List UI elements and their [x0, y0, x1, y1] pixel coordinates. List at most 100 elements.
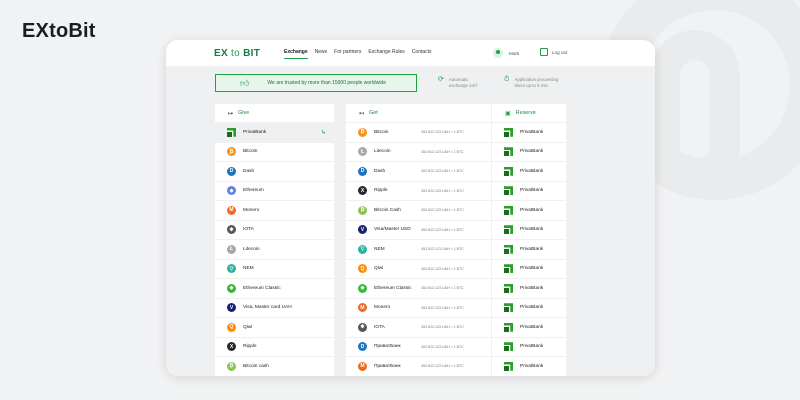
- get-item[interactable]: M Monero 453 812.123 UAH = 1 BTC: [346, 297, 491, 318]
- visa-mastercard-icon: V: [227, 303, 236, 313]
- nav-exchange-rules[interactable]: Exchange Rules: [368, 49, 404, 59]
- get-arrow-icon: ↤: [359, 110, 365, 117]
- get-item[interactable]: Ł Litecoin 453 812.123 UAH = 1 BTC: [346, 141, 491, 162]
- exchange-rate: 453 812.123 UAH = 1 BTC: [421, 325, 464, 330]
- give-item[interactable]: M Monero: [215, 200, 334, 220]
- get-item[interactable]: ◆ Ethereum Classic 453 812.123 UAH = 1 BTC: [346, 278, 491, 298]
- get-item[interactable]: ₿ Bitcoin 453 812.123 UAH = 1 BTC: [346, 122, 491, 142]
- give-item-label: Ethereum Classic: [243, 285, 281, 291]
- reserve-item: PrivatBank: [492, 278, 566, 298]
- give-item[interactable]: Ł Litecoin: [215, 239, 334, 259]
- privatbank-icon: [504, 225, 513, 235]
- bitcoin-icon: ₿: [227, 147, 236, 157]
- give-item[interactable]: ✱ IOTA: [215, 219, 334, 240]
- privatbank-icon: [504, 361, 513, 371]
- logout-label: Log out: [552, 49, 568, 55]
- logo[interactable]: EX to BIT: [214, 48, 260, 59]
- reserve-item: PrivatBank: [492, 239, 566, 259]
- get-item[interactable]: X Ripple 453 812.123 UAH = 1 BTC: [346, 180, 491, 201]
- privatbank-icon: [504, 147, 513, 157]
- get-item-label: Dash: [374, 168, 386, 174]
- get-title: Get: [369, 110, 378, 116]
- give-item-label: IOTA: [243, 227, 254, 233]
- get-item[interactable]: D Dash 453 812.123 UAH = 1 BTC: [346, 161, 491, 181]
- get-item[interactable]: ▽ NEM 453 812.123 UAH = 1 BTC: [346, 239, 491, 259]
- logout-icon: [540, 48, 548, 56]
- exchange-rate: 453 812.123 UAH = 1 BTC: [421, 305, 464, 310]
- get-item[interactable]: M ПриватБанк 453 812.123 UAH = 1 BTC: [346, 356, 491, 376]
- nem-icon: ▽: [227, 264, 236, 274]
- get-item-label: IOTA: [374, 324, 385, 330]
- reserve-item-label: PrivatBank: [520, 324, 544, 330]
- give-item-label: PrivatBank: [243, 129, 267, 135]
- thumbs-up-icon: 👍︎: [240, 77, 250, 88]
- give-item[interactable]: Q Qiwi: [215, 317, 334, 337]
- give-item-label: Monero: [243, 207, 260, 213]
- get-item[interactable]: ✱ IOTA 453 812.123 UAH = 1 BTC: [346, 317, 491, 337]
- reserve-item: PrivatBank: [492, 297, 566, 318]
- give-item[interactable]: ▽ NEM: [215, 258, 334, 279]
- reserve-item: PrivatBank: [492, 200, 566, 220]
- exchange-rate: 453 812.123 UAH = 1 BTC: [421, 149, 464, 154]
- get-item[interactable]: Q Qiwi 453 812.123 UAH = 1 BTC: [346, 258, 491, 279]
- give-item[interactable]: V Visa, Master card UAH: [215, 297, 334, 318]
- logout-button[interactable]: Log out: [540, 48, 567, 56]
- iota-icon: ✱: [227, 225, 236, 235]
- reserve-item-label: PrivatBank: [520, 207, 544, 213]
- background-decoration-ring: [650, 30, 740, 190]
- ripple-icon: X: [358, 186, 367, 196]
- exchange-rate: 453 812.123 UAH = 1 BTC: [421, 227, 464, 232]
- get-item[interactable]: D ПриватБанк 453 812.123 UAH = 1 BTC: [346, 336, 491, 357]
- privatbank-icon: [504, 127, 513, 137]
- get-item-label: ПриватБанк: [374, 344, 401, 350]
- reserve-item-label: PrivatBank: [520, 227, 544, 233]
- ethereum-classic-icon: ◆: [358, 283, 367, 293]
- ripple-icon: X: [227, 342, 236, 352]
- logo-part-to: to: [231, 48, 240, 59]
- iota-icon: ✱: [358, 322, 367, 332]
- nav-news[interactable]: News: [315, 49, 328, 59]
- give-item[interactable]: D Dash: [215, 161, 334, 181]
- give-item-label: NEM: [243, 266, 254, 272]
- give-item[interactable]: ◆ Ethereum: [215, 180, 334, 201]
- give-item[interactable]: PrivatBank ↳: [215, 122, 334, 142]
- visa-mastercard-icon: V: [358, 225, 367, 235]
- stopwatch-icon: ⏱︎: [504, 76, 510, 83]
- give-list: PrivatBank ↳ ₿ Bitcoin D Dash ◆ Ethereum M Monero…: [215, 122, 334, 376]
- reserve-item: PrivatBank: [492, 161, 566, 181]
- privatbank-icon: [504, 205, 513, 215]
- give-item[interactable]: X Ripple: [215, 336, 334, 357]
- bitcoin-cash-icon: ₿: [358, 205, 367, 215]
- get-item[interactable]: V Visa/Master USD 453 812.123 UAH = 1 BTC: [346, 219, 491, 240]
- main-nav: Exchange News For partners Exchange Rule…: [284, 49, 439, 59]
- reserve-item: PrivatBank: [492, 122, 566, 142]
- reserve-item-label: PrivatBank: [520, 168, 544, 174]
- give-item-label: Bitcoin cash: [243, 363, 269, 369]
- get-item-label: Litecoin: [374, 149, 391, 155]
- reserve-item-label: PrivatBank: [520, 305, 544, 311]
- privatbank-icon: [504, 342, 513, 352]
- reserve-item: PrivatBank: [492, 356, 566, 376]
- qiwi-icon: Q: [358, 264, 367, 274]
- give-item[interactable]: ◆ Ethereum Classic: [215, 278, 334, 298]
- reserve-item-label: PrivatBank: [520, 363, 544, 369]
- get-item[interactable]: ₿ Bitcoin Cash 453 812.123 UAH = 1 BTC: [346, 200, 491, 220]
- get-header: ↤ Get: [346, 104, 491, 122]
- reserve-item-label: PrivatBank: [520, 188, 544, 194]
- exchange-rate: 453 812.123 UAH = 1 BTC: [421, 247, 464, 252]
- get-panel: ↤ Get ₿ Bitcoin 453 812.123 UAH = 1 BTC Ł Li…: [346, 104, 491, 376]
- get-item-label: ПриватБанк: [374, 363, 401, 369]
- reserve-item-label: PrivatBank: [520, 285, 544, 291]
- nav-for-partners[interactable]: For partners: [334, 49, 361, 59]
- give-item[interactable]: ₿ Bitcoin cash: [215, 356, 334, 376]
- nav-exchange[interactable]: Exchange: [284, 49, 308, 59]
- nav-contacts[interactable]: Contacts: [412, 49, 432, 59]
- litecoin-icon: Ł: [358, 147, 367, 157]
- exchange-rate: 453 812.123 UAH = 1 BTC: [421, 208, 464, 213]
- give-item[interactable]: ₿ Bitcoin: [215, 141, 334, 162]
- reserve-header: ▣ Reserve: [492, 104, 566, 122]
- ethereum-classic-icon: ◆: [227, 283, 236, 293]
- user-menu[interactable]: Mark: [493, 48, 519, 58]
- top-navigation: EX to BIT Exchange News For partners Exc…: [166, 40, 655, 66]
- privatbank-icon: [504, 166, 513, 176]
